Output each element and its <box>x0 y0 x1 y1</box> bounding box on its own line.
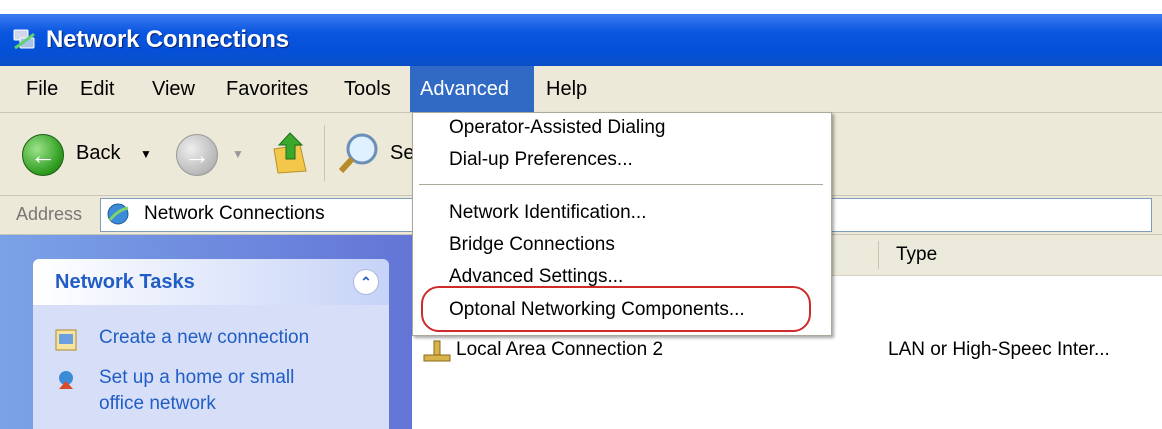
search-icon[interactable] <box>336 129 384 177</box>
address-value: Network Connections <box>144 203 325 224</box>
create-connection-link[interactable]: Create a new connection <box>99 327 309 349</box>
menu-bar: File Edit View Favorites Tools Advanced … <box>0 66 1162 113</box>
menu-item-network-identification[interactable]: Network Identification... <box>449 202 646 224</box>
back-button-label[interactable]: Back <box>76 142 120 165</box>
row-connection-name[interactable]: Local Area Connection 2 <box>456 339 663 361</box>
row-connection-type: LAN or High-Speec Inter... <box>888 339 1110 360</box>
back-icon[interactable]: ← <box>22 134 64 176</box>
toolbar-separator <box>324 125 325 181</box>
menu-favorites[interactable]: Favorites <box>216 66 318 112</box>
menu-view[interactable]: View <box>142 66 205 112</box>
menu-separator <box>419 184 823 185</box>
new-connection-icon <box>55 329 77 351</box>
column-divider[interactable] <box>878 241 879 269</box>
menu-item-dialup-preferences[interactable]: Dial-up Preferences... <box>449 149 633 171</box>
network-connections-icon <box>13 29 35 50</box>
advanced-menu: Operator-Assisted Dialing Dial-up Prefer… <box>412 112 832 336</box>
back-dropdown-icon[interactable]: ▼ <box>140 147 152 161</box>
up-folder-icon[interactable] <box>270 127 310 177</box>
network-tasks-header[interactable]: Network Tasks ⌃ <box>33 259 389 305</box>
menu-edit[interactable]: Edit <box>70 66 124 112</box>
address-label: Address <box>16 204 83 224</box>
search-button-label[interactable]: Se <box>390 142 414 165</box>
forward-dropdown-icon[interactable]: ▼ <box>232 147 244 161</box>
network-tasks-body: Create a new connection Set up a home or… <box>33 305 389 429</box>
window-title: Network Connections <box>46 26 289 53</box>
menu-advanced[interactable]: Advanced <box>410 66 534 112</box>
setup-home-network-link[interactable]: Set up a home or small <box>99 367 294 389</box>
network-tasks-title: Network Tasks <box>55 271 195 293</box>
title-bar: Network Connections <box>0 14 1162 66</box>
setup-home-network-link-line2[interactable]: office network <box>99 393 216 415</box>
task-pane: Network Tasks ⌃ Create a new connection … <box>0 235 412 429</box>
home-network-icon <box>59 371 73 389</box>
lan-connection-icon <box>423 340 451 362</box>
menu-help[interactable]: Help <box>536 66 597 112</box>
column-type-header[interactable]: Type <box>896 244 937 266</box>
highlight-annotation <box>421 286 811 332</box>
menu-file[interactable]: File <box>16 66 68 112</box>
collapse-chevron-icon[interactable]: ⌃ <box>353 269 379 295</box>
menu-item-advanced-settings[interactable]: Advanced Settings... <box>449 266 623 288</box>
forward-icon[interactable]: → <box>176 134 218 176</box>
network-globe-icon <box>107 203 129 225</box>
menu-tools[interactable]: Tools <box>334 66 401 112</box>
menu-item-bridge-connections[interactable]: Bridge Connections <box>449 234 615 256</box>
menu-item-operator-assisted[interactable]: Operator-Assisted Dialing <box>449 117 665 139</box>
